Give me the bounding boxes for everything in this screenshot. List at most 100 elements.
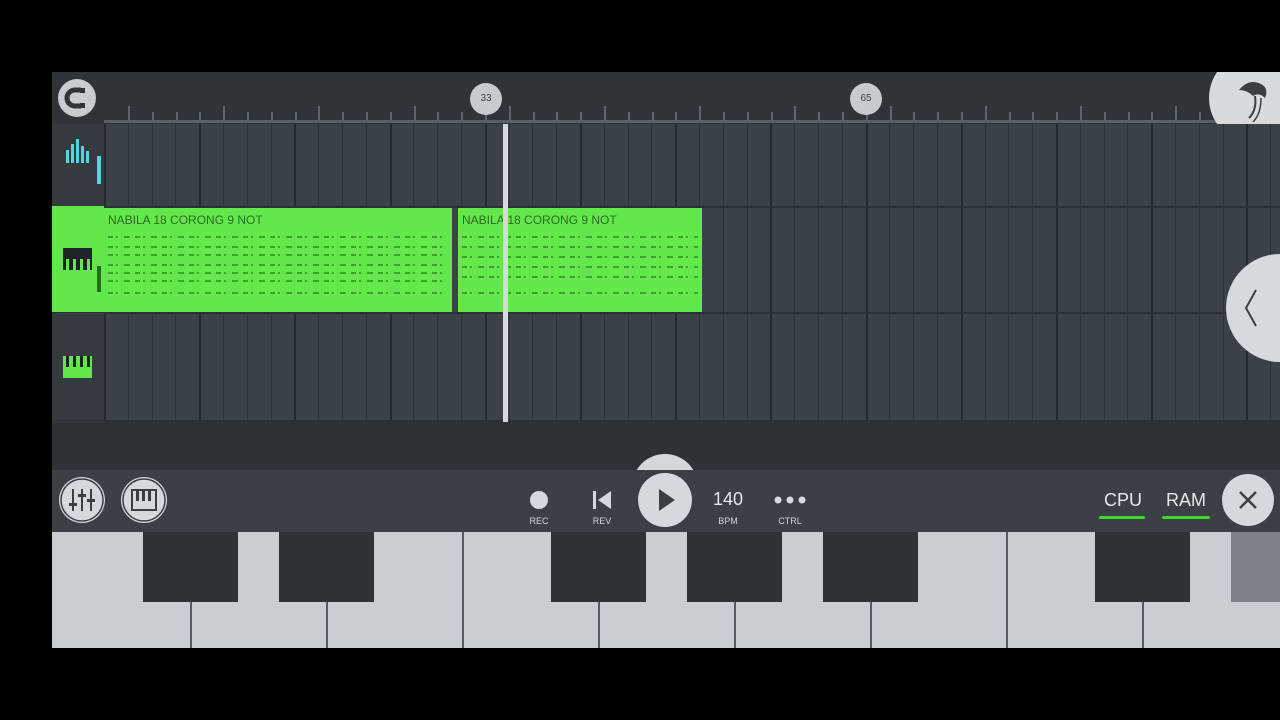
- ruler-tick: [508, 106, 511, 120]
- ruler-tick: [461, 112, 464, 120]
- ruler-tick: [961, 112, 963, 120]
- play-button[interactable]: [638, 473, 692, 527]
- black-key[interactable]: [687, 532, 782, 602]
- cpu-label: CPU: [1103, 490, 1142, 510]
- grid-line: [818, 124, 819, 422]
- pattern-clip-2[interactable]: NABILA 18 CORONG 9 NOT: [458, 208, 702, 312]
- play-icon: [659, 489, 675, 511]
- ruler-tick: [1199, 112, 1201, 120]
- grid-line: [722, 124, 724, 422]
- piano-keyboard[interactable]: [52, 532, 1280, 648]
- ruler-tick: [532, 112, 535, 120]
- ruler-tick: [604, 106, 606, 120]
- piano-keyboard-button[interactable]: [121, 477, 167, 523]
- grid-line: [1175, 124, 1176, 422]
- grid-line: [889, 124, 891, 422]
- clip-title: NABILA 18 CORONG 9 NOT: [108, 213, 263, 227]
- black-key[interactable]: [143, 532, 238, 602]
- ruler-tick: [342, 112, 345, 120]
- mixer-icon: [60, 478, 104, 522]
- mixer-button[interactable]: [59, 477, 105, 523]
- piano-icon: [63, 356, 92, 378]
- ruler-tick: [1103, 112, 1106, 120]
- channel-rack-icon: [66, 139, 101, 184]
- clip-notes: [108, 254, 448, 256]
- ruler-tick: [1175, 106, 1178, 120]
- snap-magnet-button[interactable]: [58, 79, 96, 117]
- ruler-tick: [1056, 112, 1059, 120]
- ruler-tick: [413, 106, 416, 120]
- more-button[interactable]: [772, 492, 808, 508]
- black-key-pressed[interactable]: [1231, 532, 1280, 602]
- ruler-tick: [675, 112, 678, 120]
- record-button[interactable]: [530, 491, 548, 509]
- track-header-piano-2[interactable]: [52, 314, 104, 421]
- ruler-tick: [294, 112, 297, 120]
- ruler-tick: [1008, 112, 1011, 120]
- ruler-tick: [1151, 112, 1154, 120]
- ruler-tick: [389, 112, 392, 120]
- black-key[interactable]: [823, 532, 918, 602]
- ruler-tick: [437, 112, 440, 120]
- ruler-tick: [889, 106, 892, 120]
- ruler-tick: [723, 112, 725, 120]
- clip-notes: [108, 264, 448, 266]
- ruler-tick: [984, 106, 987, 120]
- ruler-tick: [366, 112, 368, 120]
- black-key[interactable]: [1095, 532, 1190, 602]
- ruler-tick: [318, 106, 321, 120]
- more-icon: [774, 496, 806, 504]
- bar-marker-33[interactable]: 33: [470, 83, 502, 115]
- ruler-tick: [913, 112, 916, 120]
- ruler-tick: [699, 106, 702, 120]
- pattern-clip-1[interactable]: NABILA 18 CORONG 9 NOT: [104, 208, 452, 312]
- grid-line: [1032, 124, 1034, 422]
- black-key[interactable]: [551, 532, 646, 602]
- ruler-tick: [1080, 106, 1082, 120]
- ruler-tick: [270, 112, 273, 120]
- ruler-tick: [128, 106, 130, 120]
- magnet-icon: [64, 87, 85, 109]
- ruler-tick: [842, 112, 844, 120]
- grid-line: [1103, 124, 1105, 422]
- grid-line: [770, 124, 773, 422]
- ruler-tick: [1127, 112, 1130, 120]
- ram-meter: [1162, 516, 1210, 519]
- clip-notes: [462, 236, 698, 238]
- grid-line: [865, 124, 868, 422]
- fl-studio-mobile-window: 33 65 NABILA 18 CORONG 9 NOT NABILA 18 C…: [52, 72, 1280, 648]
- grid-line: [1056, 124, 1058, 422]
- grid-line: [746, 124, 748, 422]
- collapse-panel-button[interactable]: [1226, 254, 1280, 362]
- close-icon: [1239, 491, 1257, 509]
- grid-line: [1222, 124, 1224, 422]
- clip-notes: [462, 276, 698, 278]
- grid-line: [1079, 124, 1081, 422]
- grid-line: [960, 124, 963, 422]
- clip-notes: [462, 256, 698, 258]
- timeline-ruler[interactable]: 33 65: [52, 72, 1280, 124]
- ruler-tick: [223, 106, 226, 120]
- ruler-tick: [556, 112, 559, 120]
- bpm-label: BPM: [718, 516, 738, 526]
- close-button[interactable]: [1222, 474, 1274, 526]
- clip-notes: [108, 292, 448, 294]
- ruler-track: [104, 120, 1280, 123]
- clip-notes: [462, 246, 698, 248]
- rec-label: REC: [529, 516, 549, 526]
- clip-notes: [108, 236, 448, 238]
- clip-notes: [108, 280, 448, 282]
- ctrl-label: CTRL: [778, 516, 802, 526]
- bar-marker-65[interactable]: 65: [850, 83, 882, 115]
- playlist-grid[interactable]: NABILA 18 CORONG 9 NOT NABILA 18 CORONG …: [104, 124, 1280, 422]
- ruler-tick: [247, 112, 249, 120]
- rewind-button[interactable]: [590, 488, 614, 512]
- black-key[interactable]: [279, 532, 374, 602]
- ruler-tick: [770, 112, 773, 120]
- piano-icon: [63, 248, 101, 292]
- clip-notes: [108, 246, 448, 248]
- track-header-piano[interactable]: [52, 206, 104, 313]
- bpm-value[interactable]: 140: [702, 489, 754, 510]
- playhead[interactable]: [503, 124, 508, 422]
- ram-label: RAM: [1166, 490, 1206, 510]
